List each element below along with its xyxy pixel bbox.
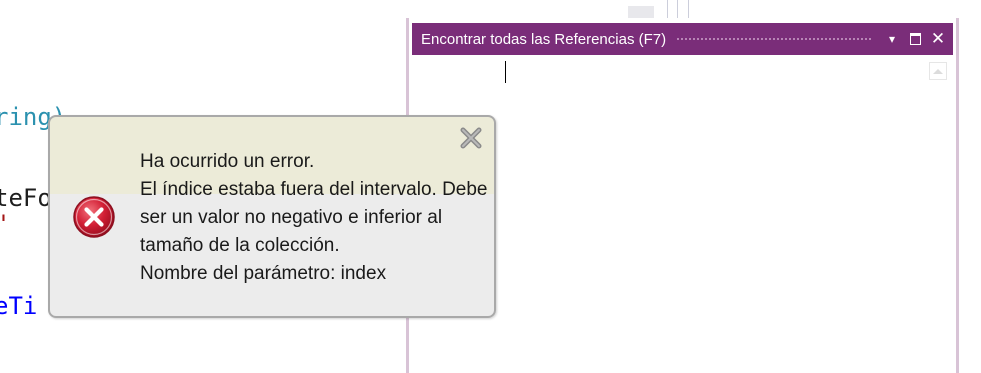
- code-line: ": [0, 210, 8, 238]
- window-splitter[interactable]: [677, 0, 678, 18]
- error-message: Ha ocurrido un error. El índice estaba f…: [140, 148, 494, 288]
- error-message-line: El índice estaba fuera del intervalo. De…: [140, 179, 488, 200]
- dropdown-button[interactable]: ▾: [881, 27, 903, 51]
- drag-grip[interactable]: [676, 36, 871, 42]
- error-message-line: Nombre del parámetro: index: [140, 263, 387, 284]
- code-line: teFo: [0, 184, 52, 212]
- window-splitter[interactable]: [667, 0, 668, 18]
- editor-scrollbar-thumb[interactable]: [628, 6, 654, 18]
- error-popup: Ha ocurrido un error. El índice estaba f…: [48, 115, 496, 318]
- error-icon: [73, 196, 115, 238]
- maximize-button[interactable]: [904, 27, 926, 51]
- window-splitter[interactable]: [688, 0, 689, 18]
- find-references-title-bar[interactable]: Encontrar todas las Referencias (F7) ▾ ✕: [412, 23, 953, 55]
- error-message-line: ser un valor no negativo e inferior al: [140, 207, 443, 228]
- maximize-icon: [909, 33, 921, 45]
- arrow-up-icon: [933, 68, 943, 74]
- scroll-up-button[interactable]: [929, 62, 947, 80]
- close-icon: ✕: [930, 29, 946, 49]
- find-references-title: Encontrar todas las Referencias (F7): [421, 30, 667, 48]
- error-message-line: tamaño de la colección.: [140, 235, 340, 256]
- close-window-button[interactable]: ✕: [927, 27, 949, 51]
- code-line: eTi: [0, 292, 38, 320]
- chevron-down-icon: ▾: [888, 32, 896, 46]
- error-message-line: Ha ocurrido un error.: [140, 151, 315, 172]
- text-caret: [505, 61, 506, 83]
